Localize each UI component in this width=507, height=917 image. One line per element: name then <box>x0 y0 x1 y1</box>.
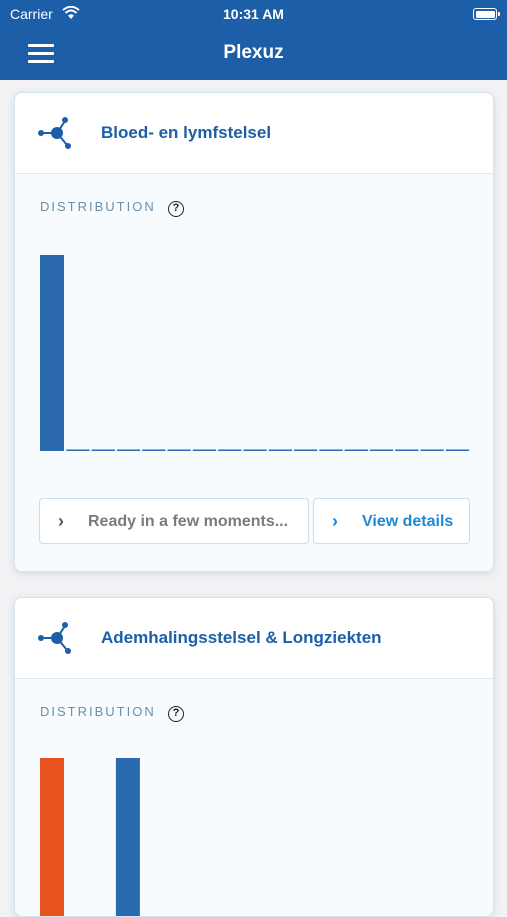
view-details-label: View details <box>362 513 454 530</box>
ready-button-label: Ready in a few moments... <box>88 513 289 530</box>
chart-bar <box>192 449 217 451</box>
distribution-chart <box>40 758 140 916</box>
category-card: Ademhalingsstelsel & Longziekten DISTRIB… <box>14 597 494 917</box>
chart-bar <box>142 449 166 451</box>
chart-bar <box>116 449 141 451</box>
chart-bar <box>420 449 444 451</box>
chart-bar <box>243 449 267 451</box>
battery-icon <box>473 8 500 20</box>
view-details-button[interactable]: › View details <box>313 498 470 544</box>
chevron-right-icon: › <box>332 511 338 531</box>
chart-bar <box>294 449 318 451</box>
app-title: Plexuz <box>223 42 284 63</box>
nav-bar: Plexuz <box>0 30 507 80</box>
chart-bar <box>369 449 394 451</box>
clock: 10:31 AM <box>223 6 284 22</box>
ready-button[interactable]: › Ready in a few moments... <box>39 498 309 544</box>
category-card: Bloed- en lymfstelsel DISTRIBUTION ? › R… <box>14 92 494 572</box>
status-bar: Carrier 10:31 AM <box>0 0 507 30</box>
chart-bar <box>91 449 115 451</box>
chart-bar <box>66 449 90 451</box>
chart-bar <box>319 449 343 451</box>
chart-bar <box>115 758 140 916</box>
chevron-right-icon: › <box>58 511 64 531</box>
chart-bar <box>445 449 470 451</box>
chart-bar <box>268 449 292 451</box>
chart-bar <box>40 255 64 451</box>
chart-bar <box>167 449 191 451</box>
chart-bar <box>344 449 368 451</box>
chart-bar <box>218 449 242 451</box>
chart-bar <box>395 449 419 451</box>
chart-bar <box>40 758 64 916</box>
